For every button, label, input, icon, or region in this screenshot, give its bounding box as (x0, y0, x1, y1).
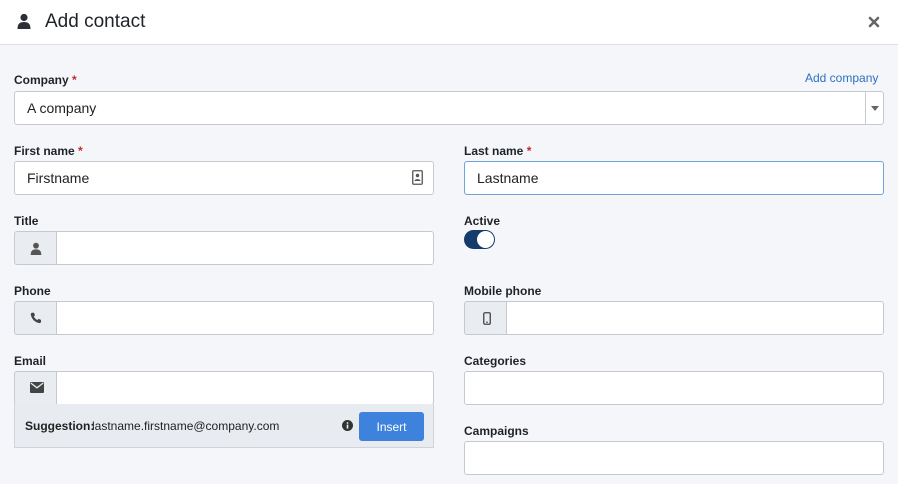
mobile-phone-input-group (464, 301, 884, 335)
toggle-knob (477, 231, 494, 248)
active-toggle[interactable] (464, 230, 495, 249)
last-name-field[interactable]: Lastname (464, 161, 884, 195)
first-name-label: First name * (14, 144, 83, 158)
mobile-phone-addon (464, 301, 507, 335)
first-name-value: Firstname (27, 170, 90, 186)
user-icon (17, 13, 31, 29)
mobile-icon (483, 312, 491, 325)
first-name-field[interactable]: Firstname (14, 161, 434, 195)
title-label: Title (14, 214, 39, 228)
chevron-down-icon[interactable] (865, 92, 883, 124)
title-input[interactable] (56, 231, 434, 265)
last-name-value: Lastname (477, 170, 539, 186)
title-input-group (14, 231, 434, 265)
insert-button[interactable]: Insert (359, 412, 424, 441)
add-company-link[interactable]: Add company (805, 71, 878, 85)
company-label: Company * (14, 73, 77, 87)
last-name-label: Last name * (464, 144, 532, 158)
mobile-phone-label: Mobile phone (464, 284, 542, 298)
phone-input[interactable] (56, 301, 434, 335)
info-icon[interactable] (342, 420, 353, 431)
campaigns-field[interactable] (464, 441, 884, 475)
phone-label: Phone (14, 284, 51, 298)
email-input[interactable] (56, 371, 434, 405)
mobile-phone-input[interactable] (506, 301, 884, 335)
suggestion-label: Suggestion: (25, 419, 95, 433)
suggestion-value: lastname.firstname@company.com (92, 419, 280, 433)
envelope-icon (30, 382, 44, 393)
categories-field[interactable] (464, 371, 884, 405)
email-suggestion: Suggestion: lastname.firstname@company.c… (14, 404, 434, 448)
active-label: Active (464, 214, 501, 228)
required-mark: * (72, 73, 77, 87)
campaigns-label: Campaigns (464, 424, 529, 438)
dialog-header: Add contact (0, 0, 898, 45)
required-mark: * (78, 144, 83, 158)
company-select-value: A company (27, 100, 97, 116)
contact-card-icon[interactable] (412, 170, 423, 185)
email-addon (14, 371, 57, 405)
email-label: Email (14, 354, 47, 368)
categories-label: Categories (464, 354, 527, 368)
phone-addon (14, 301, 57, 335)
dialog-title: Add contact (45, 11, 146, 32)
phone-input-group (14, 301, 434, 335)
close-icon[interactable] (866, 14, 882, 30)
email-input-group (14, 371, 434, 405)
phone-icon (30, 312, 41, 324)
title-addon (14, 231, 57, 265)
company-select[interactable]: A company (14, 91, 884, 125)
user-icon (30, 242, 42, 255)
required-mark: * (526, 144, 532, 158)
